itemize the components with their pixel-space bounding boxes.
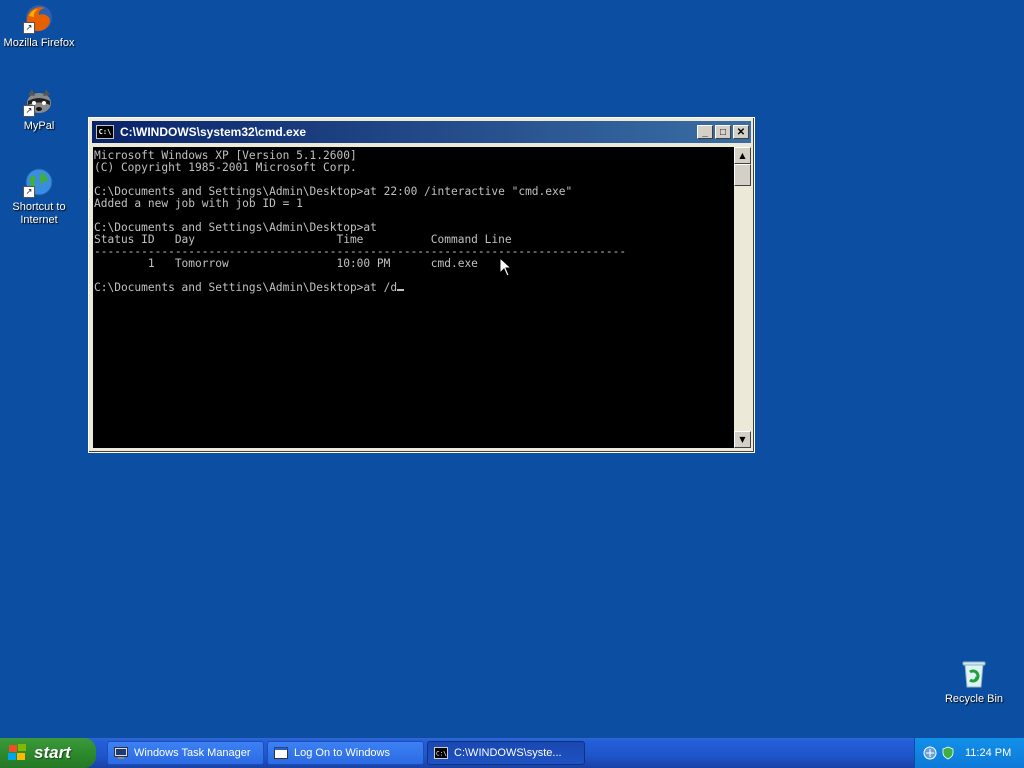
shortcut-arrow-icon: ↗ xyxy=(23,186,35,198)
cmd-window[interactable]: C:\ C:\WINDOWS\system32\cmd.exe _ □ ✕ Mi… xyxy=(88,117,755,453)
network-icon[interactable] xyxy=(923,746,937,760)
window-controls: _ □ ✕ xyxy=(697,125,749,139)
windows-logo-icon xyxy=(8,744,28,762)
console-prompt-line: C:\Documents and Settings\Admin\Desktop>… xyxy=(94,281,398,294)
maximize-button[interactable]: □ xyxy=(715,125,731,139)
cmd-titlebar[interactable]: C:\ C:\WINDOWS\system32\cmd.exe _ □ ✕ xyxy=(92,121,751,143)
taskbar-button-label: C:\WINDOWS\syste... xyxy=(454,747,562,759)
cmd-window-title: C:\WINDOWS\system32\cmd.exe xyxy=(120,125,307,139)
close-button[interactable]: ✕ xyxy=(733,125,749,139)
desktop-icon-label: Shortcut to Internet xyxy=(12,201,66,226)
cmd-app-icon[interactable]: C:\ xyxy=(96,125,114,139)
desktop-icon-label: Mozilla Firefox xyxy=(3,37,75,49)
minimize-button[interactable]: _ xyxy=(697,125,713,139)
desktop-icon-label: MyPal xyxy=(23,120,55,132)
svg-text:C:\: C:\ xyxy=(436,751,447,758)
system-tray: 11:24 PM xyxy=(914,738,1024,768)
taskbar-button-task-manager[interactable]: Windows Task Manager xyxy=(107,741,264,765)
firefox-icon: ↗ xyxy=(23,2,55,34)
desktop-icon-internet[interactable]: ↗ Shortcut to Internet xyxy=(0,166,79,227)
taskbar-button-label: Windows Task Manager xyxy=(134,747,251,759)
vertical-scrollbar[interactable]: ▲ ▼ xyxy=(734,147,751,448)
console-line: Added a new job with job ID = 1 xyxy=(94,197,303,210)
cmd-icon: C:\ xyxy=(434,747,448,759)
desktop-icon-recycle-bin[interactable]: Recycle Bin xyxy=(934,658,1014,706)
recycle-bin-icon xyxy=(958,658,990,690)
raccoon-icon: ↗ xyxy=(23,85,55,117)
desktop-icon-label: Recycle Bin xyxy=(944,693,1004,705)
console-line: 1 Tomorrow 10:00 PM cmd.exe xyxy=(94,257,478,270)
text-cursor xyxy=(397,289,405,291)
scroll-thumb[interactable] xyxy=(734,164,751,186)
taskbar-button-log-on[interactable]: Log On to Windows xyxy=(267,741,424,765)
console-area[interactable]: Microsoft Windows XP [Version 5.1.2600] … xyxy=(93,147,734,448)
shortcut-arrow-icon: ↗ xyxy=(23,105,35,117)
taskbar-button-cmd[interactable]: C:\ C:\WINDOWS\syste... xyxy=(427,741,585,765)
window-icon xyxy=(274,747,288,759)
clock[interactable]: 11:24 PM xyxy=(965,747,1011,759)
console-line: (C) Copyright 1985-2001 Microsoft Corp. xyxy=(94,161,357,174)
shortcut-arrow-icon: ↗ xyxy=(23,22,35,34)
taskbar: start Windows Task Manager Log On to Win… xyxy=(0,738,1024,768)
console-output: Microsoft Windows XP [Version 5.1.2600] … xyxy=(93,147,734,297)
scroll-down-button[interactable]: ▼ xyxy=(734,431,751,448)
security-icon[interactable] xyxy=(941,746,955,760)
start-label: start xyxy=(34,743,71,762)
start-button[interactable]: start xyxy=(0,738,96,768)
mouse-pointer-icon xyxy=(499,257,513,277)
desktop-icon-mypal[interactable]: ↗ MyPal xyxy=(0,85,79,133)
globe-icon: ↗ xyxy=(23,166,55,198)
taskbar-button-label: Log On to Windows xyxy=(294,747,390,759)
desktop-icon-firefox[interactable]: ↗ Mozilla Firefox xyxy=(0,2,79,50)
scroll-up-button[interactable]: ▲ xyxy=(734,147,751,164)
task-manager-icon xyxy=(114,747,128,759)
